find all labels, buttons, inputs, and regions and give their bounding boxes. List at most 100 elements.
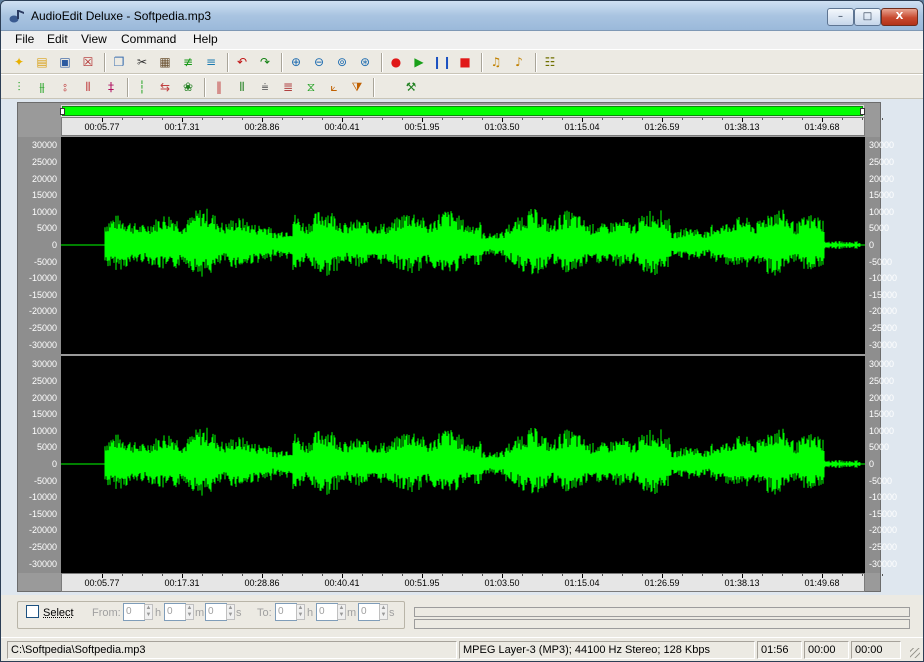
trim-icon[interactable]: ≢ [179, 53, 197, 71]
menu-command[interactable]: Command [121, 32, 176, 46]
pause-icon[interactable]: ❙❙ [432, 53, 452, 71]
stereo-icon[interactable] [379, 78, 397, 96]
to-minutes-field[interactable]: 0 ▲ ▼ [316, 603, 346, 621]
fade-out-icon[interactable]: ⫵ [33, 78, 51, 96]
ruler-minor-tick [162, 574, 163, 576]
amplitude-label: 10000 [869, 425, 895, 436]
spin-arrows-icon[interactable]: ▲ ▼ [144, 604, 153, 620]
maximize-button[interactable]: □ [854, 8, 881, 26]
to-hours-field[interactable]: 0 ▲ ▼ [275, 603, 305, 621]
undo-icon[interactable]: ↶ [233, 53, 251, 71]
flanger-icon[interactable]: ⩧ [256, 78, 274, 96]
range-start-handle[interactable] [60, 108, 65, 115]
chorus-icon[interactable]: ≣ [279, 78, 297, 96]
resize-grip-icon[interactable] [910, 648, 920, 658]
timeline-label: 00:28.86 [244, 578, 280, 588]
close-button[interactable]: X [881, 8, 918, 26]
select-checkbox[interactable] [26, 605, 39, 618]
timeline-label: 00:40.41 [324, 578, 360, 588]
zoom-out-icon[interactable]: ⊖ [310, 53, 328, 71]
ruler-minor-tick [682, 574, 683, 576]
mix-icon[interactable]: ≡ [202, 53, 220, 71]
volume-icon[interactable]: ♫ [487, 53, 505, 71]
silence-icon[interactable]: ┆ [133, 78, 151, 96]
zoom-in-icon[interactable]: ⊕ [287, 53, 305, 71]
menu-edit[interactable]: Edit [47, 32, 68, 46]
amplitude-label: -25000 [869, 542, 898, 552]
reverse-icon[interactable]: ⇆ [156, 78, 174, 96]
amplitude-label: 0 [51, 240, 57, 250]
noise-reduction-icon[interactable]: ❀ [179, 78, 197, 96]
zoom-selection-icon[interactable]: ⊚ [333, 53, 351, 71]
copy-icon[interactable]: ❐ [110, 53, 128, 71]
amplitude-label: 30000 [31, 140, 57, 151]
amplitude-label: -25000 [869, 323, 898, 333]
spin-arrows-icon[interactable]: ▲ ▼ [337, 604, 346, 620]
range-end-handle[interactable] [860, 108, 865, 115]
amplitude-label: -10000 [28, 492, 57, 503]
select-label[interactable]: Select [43, 607, 74, 619]
from-hours-field[interactable]: 0 ▲ ▼ [123, 603, 153, 621]
volume-settings-icon[interactable]: ♪ [510, 53, 528, 71]
channel-1-waveform [104, 208, 861, 277]
paste-icon[interactable]: ▦ [156, 53, 174, 71]
convert-icon[interactable]: ⚒ [402, 78, 420, 96]
to-m-unit: m [347, 607, 357, 619]
amplitude-label: -30000 [28, 339, 57, 350]
toolbar-separator [104, 53, 106, 72]
title-bar[interactable]: AudioEdit Deluxe - Softpedia.mp3 – □ X [1, 1, 923, 31]
ruler-minor-tick [322, 574, 323, 576]
toolbar-separator [281, 53, 283, 72]
ruler-minor-tick [642, 574, 643, 576]
ruler-minor-tick [722, 574, 723, 576]
from-seconds-field[interactable]: 0 ▲ ▼ [205, 603, 235, 621]
menu-view[interactable]: View [81, 32, 107, 46]
amplitude-label: 15000 [869, 190, 895, 201]
insert-noise-icon[interactable]: ⦀ [233, 78, 251, 96]
tempo-icon[interactable]: ⧩ [348, 78, 366, 96]
redo-icon[interactable]: ↷ [256, 53, 274, 71]
amplify-icon[interactable]: ⦂ [56, 78, 74, 96]
amplitude-label: -5000 [33, 475, 57, 486]
open-file-icon[interactable]: ▤ [33, 53, 51, 71]
zoom-all-icon[interactable]: ⊛ [356, 53, 374, 71]
ruler-minor-tick [622, 118, 623, 120]
amplitude-label: -15000 [869, 508, 898, 519]
save-icon[interactable]: ▣ [56, 53, 74, 71]
normalize-icon[interactable]: ⦀ [79, 78, 97, 96]
waveform-canvas[interactable] [61, 137, 865, 573]
amplitude-label: 5000 [869, 442, 890, 453]
play-icon[interactable]: ▶ [410, 53, 428, 71]
view-range-bar[interactable] [62, 106, 863, 116]
record-icon[interactable]: ● [387, 53, 405, 71]
close-file-icon[interactable]: ☒ [79, 53, 97, 71]
pitch-icon[interactable]: ⟀ [325, 78, 343, 96]
timeline-label: 00:17.31 [164, 578, 200, 588]
spin-arrows-icon[interactable]: ▲ ▼ [185, 604, 194, 620]
to-label: To: [257, 607, 272, 619]
new-file-icon[interactable]: ✦ [10, 53, 28, 71]
amplitude-scale-right: 30000 25000 20000 15000 10000 5000 0 -5000 -1000… [865, 137, 897, 573]
ruler-minor-tick [642, 118, 643, 120]
amplitude-label: 5000 [869, 223, 890, 234]
toolbar-separator [381, 53, 383, 72]
menu-file[interactable]: File [15, 32, 34, 46]
from-minutes-field[interactable]: 0 ▲ ▼ [164, 603, 194, 621]
echo-icon[interactable]: ‡ [102, 78, 120, 96]
options-icon[interactable]: ☷ [541, 53, 559, 71]
minimize-button[interactable]: – [827, 8, 854, 26]
ruler-minor-tick [782, 574, 783, 576]
spin-arrows-icon[interactable]: ▲ ▼ [379, 604, 388, 620]
cut-icon[interactable]: ✂ [133, 53, 151, 71]
insert-silence-icon[interactable]: ‖ [210, 78, 228, 96]
to-seconds-field[interactable]: 0 ▲ ▼ [358, 603, 388, 621]
fade-in-icon[interactable]: ⫶ [10, 78, 28, 96]
menu-help[interactable]: Help [193, 32, 218, 46]
amplitude-label: -30000 [28, 558, 57, 569]
stop-icon[interactable]: ■ [456, 53, 474, 71]
spin-arrows-icon[interactable]: ▲ ▼ [226, 604, 235, 620]
spin-arrows-icon[interactable]: ▲ ▼ [296, 604, 305, 620]
equalizer-icon[interactable]: ⧖ [302, 78, 320, 96]
timeline-label: 00:51.95 [404, 122, 440, 132]
to-minutes-value: 0 [319, 606, 325, 617]
